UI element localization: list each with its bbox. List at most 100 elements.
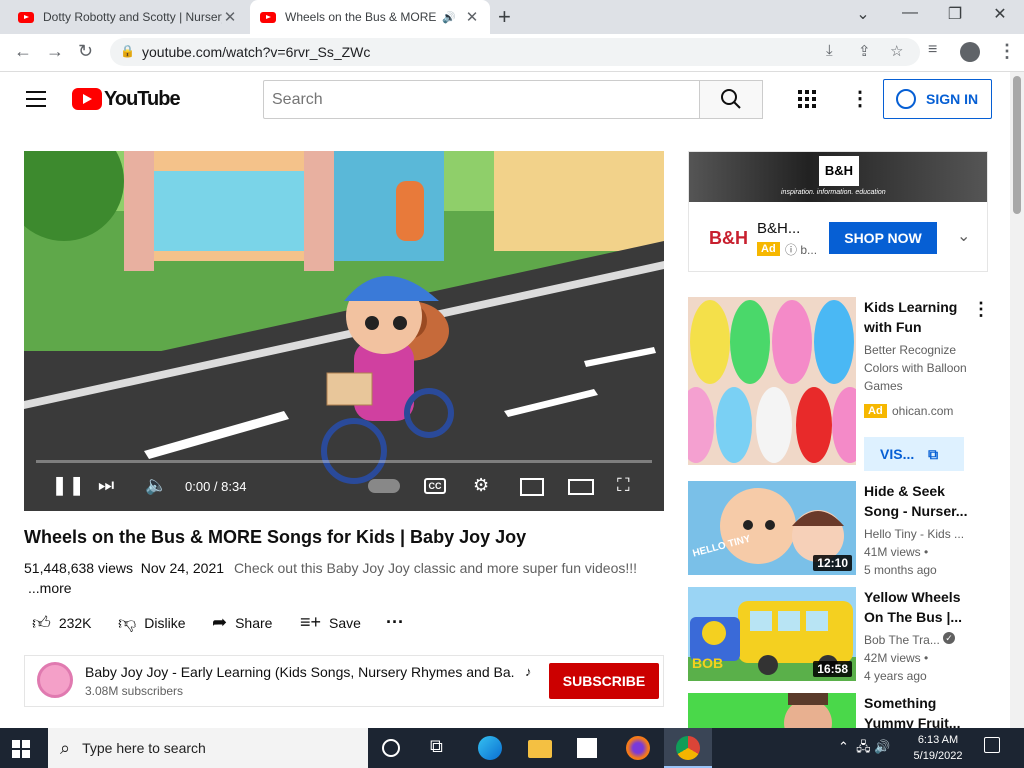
hamburger-menu-icon[interactable] <box>26 91 46 112</box>
tab-title: Wheels on the Bus & MORE Songs for Kids <box>285 10 437 24</box>
subscribe-button[interactable]: SUBSCRIBE <box>549 663 659 699</box>
sidebar-ad-video[interactable]: Kids Learning with Fun Better Recognize … <box>688 297 998 471</box>
autoplay-toggle[interactable] <box>368 479 400 493</box>
visit-site-button[interactable]: VIS... ⧉ <box>864 437 964 471</box>
settings-more-icon[interactable]: ⋮ <box>850 86 870 111</box>
settings-gear-icon[interactable]: ⚙ <box>473 475 489 496</box>
tab-dotty-robotty[interactable]: Dotty Robotty and Scotty | Nursery Rhyme… <box>8 0 248 34</box>
profile-avatar-icon[interactable] <box>960 42 980 62</box>
account-icon <box>896 89 916 109</box>
minimize-button[interactable]: — <box>895 4 925 22</box>
chrome-taskbar-button[interactable] <box>664 728 712 768</box>
rec-channel[interactable]: Hello Tiny - Kids ... <box>864 527 974 541</box>
video-meta[interactable]: 51,448,638 views Nov 24, 2021 Check out … <box>24 560 637 576</box>
rec-age: 4 years ago <box>864 669 927 683</box>
rec-video-yellow-wheels[interactable]: BOB 16:58 Yellow Wheels On The Bus |... … <box>688 587 998 683</box>
shop-now-button[interactable]: SHOP NOW <box>829 222 937 254</box>
address-bar[interactable]: 🔒 youtube.com/watch?v=6rvr_Ss_ZWc ⤓ ⇪ ☆ <box>110 38 920 66</box>
ad-info-text: b... <box>800 243 818 257</box>
forward-button[interactable]: → <box>46 41 64 62</box>
theater-mode-icon[interactable] <box>568 479 594 495</box>
taskbar-search-box[interactable]: ⌕ Type here to search <box>48 728 368 768</box>
ad-info[interactable]: ⓘ b... <box>785 241 817 258</box>
share-icon[interactable]: ⇪ <box>858 42 871 60</box>
chevron-down-icon[interactable]: ⌄ <box>957 226 970 246</box>
notifications-icon[interactable] <box>984 737 1000 753</box>
task-view-icon[interactable]: ⧉ <box>430 736 454 760</box>
search-input[interactable] <box>263 80 700 119</box>
fullscreen-icon[interactable]: ⛶ <box>617 475 630 496</box>
rec-video-hide-seek[interactable]: HELLO TINY 12:10 Hide & Seek Song - Nurs… <box>688 481 998 577</box>
clock-date: 5/19/2022 <box>913 750 963 762</box>
taskbar-clock[interactable]: 6:13 AM 5/19/2022 <box>908 732 968 764</box>
apps-grid-icon[interactable] <box>798 90 816 108</box>
rec-thumbnail[interactable]: BOB 16:58 <box>688 587 856 681</box>
firefox-icon[interactable] <box>626 736 650 760</box>
lock-icon[interactable]: 🔒 <box>120 44 135 58</box>
pause-icon[interactable]: ❚❚ <box>52 475 86 496</box>
like-button[interactable]: 👍︎ 232K <box>32 612 92 634</box>
rec-channel[interactable]: Bob The Tra... <box>864 633 944 647</box>
install-icon[interactable]: ⤓ <box>826 42 833 59</box>
media-control-icon[interactable]: ≡ <box>928 41 937 59</box>
rec-title[interactable]: Something Yummy Fruit... <box>864 693 969 728</box>
share-label: Share <box>235 614 273 631</box>
info-icon[interactable]: ⓘ <box>785 243 797 257</box>
rec-thumbnail[interactable]: HELLO TINY 12:10 <box>688 481 856 575</box>
store-icon[interactable] <box>577 738 597 758</box>
rec-title[interactable]: Yellow Wheels On The Bus |... <box>864 587 969 627</box>
youtube-logo-icon[interactable] <box>72 88 102 110</box>
back-button[interactable]: ← <box>14 41 32 62</box>
browser-menu-icon[interactable]: ⋮ <box>998 41 1016 62</box>
video-player[interactable]: ❚❚ ⏭ 🔈 0:00 / 8:34 CC ⚙ ⛶ <box>24 151 664 511</box>
closed-captions-icon[interactable]: CC <box>424 478 446 494</box>
bookmark-star-icon[interactable]: ☆ <box>890 42 903 60</box>
scrollbar-thumb[interactable] <box>1013 76 1021 214</box>
share-button[interactable]: ➦ Share <box>212 612 272 633</box>
edge-icon[interactable] <box>478 736 502 760</box>
miniplayer-icon[interactable] <box>520 478 544 496</box>
windows-taskbar: ⌕ Type here to search ⧉ ⌃ 🖧 🔊 6:13 AM 5/… <box>0 728 1024 768</box>
close-tab-icon[interactable]: ✕ <box>464 8 480 26</box>
channel-name[interactable]: Baby Joy Joy - Early Learning (Kids Song… <box>85 664 515 680</box>
thumbs-up-icon: 👍︎ <box>32 613 51 633</box>
tab-search-chevron-icon[interactable]: ⌄ <box>848 4 878 24</box>
page-scrollbar[interactable] <box>1010 72 1024 728</box>
url-text[interactable]: youtube.com/watch?v=6rvr_Ss_ZWc <box>142 44 370 60</box>
balloon-thumbnail[interactable] <box>688 297 856 465</box>
dislike-button[interactable]: 👎︎ Dislike <box>118 612 186 634</box>
sign-in-button[interactable]: SIGN IN <box>883 79 992 119</box>
youtube-favicon-icon <box>18 11 34 23</box>
taskbar-search-placeholder: Type here to search <box>82 740 206 756</box>
close-tab-icon[interactable]: ✕ <box>222 8 238 26</box>
file-explorer-icon[interactable] <box>528 740 552 758</box>
ad-banner-image[interactable]: B&H inspiration. information. education <box>689 152 987 202</box>
fruit-thumbnail-image <box>784 693 832 728</box>
more-actions-icon[interactable]: ··· <box>386 612 404 633</box>
save-button[interactable]: ≡+ Save <box>300 612 361 633</box>
search-button[interactable] <box>699 80 763 119</box>
show-more-link[interactable]: ...more <box>28 580 72 596</box>
speaker-icon[interactable]: 🔊 <box>442 11 456 24</box>
tab-wheels-on-the-bus[interactable]: Wheels on the Bus & MORE Songs for Kids … <box>250 0 490 34</box>
windows-start-icon[interactable] <box>12 740 30 758</box>
close-window-button[interactable]: ✕ <box>985 4 1015 24</box>
more-options-icon[interactable]: ⋮ <box>972 299 990 320</box>
cortana-icon[interactable] <box>382 739 400 757</box>
volume-icon[interactable]: 🔈 <box>145 475 167 496</box>
bh-banner-logo: B&H <box>819 156 859 186</box>
channel-avatar[interactable] <box>37 662 73 698</box>
rec-title[interactable]: Kids Learning with Fun <box>864 297 969 337</box>
restore-button[interactable]: ❐ <box>940 4 970 24</box>
next-icon[interactable]: ⏭ <box>98 475 114 496</box>
rec-title[interactable]: Hide & Seek Song - Nurser... <box>864 481 969 521</box>
reload-button[interactable]: ↻ <box>78 41 93 62</box>
progress-bar[interactable] <box>36 460 652 463</box>
new-tab-button[interactable]: + <box>498 4 511 30</box>
youtube-logo-text[interactable]: YouTube <box>104 88 181 111</box>
sidebar-ad-card[interactable]: B&H inspiration. information. education … <box>688 151 988 272</box>
rec-video-something-yummy[interactable]: Something Yummy Fruit... <box>688 693 998 728</box>
rec-thumbnail[interactable] <box>688 693 856 728</box>
system-tray[interactable]: ⌃ 🖧 🔊 <box>838 738 890 760</box>
ad-advertiser-name[interactable]: B&H... <box>757 220 800 237</box>
